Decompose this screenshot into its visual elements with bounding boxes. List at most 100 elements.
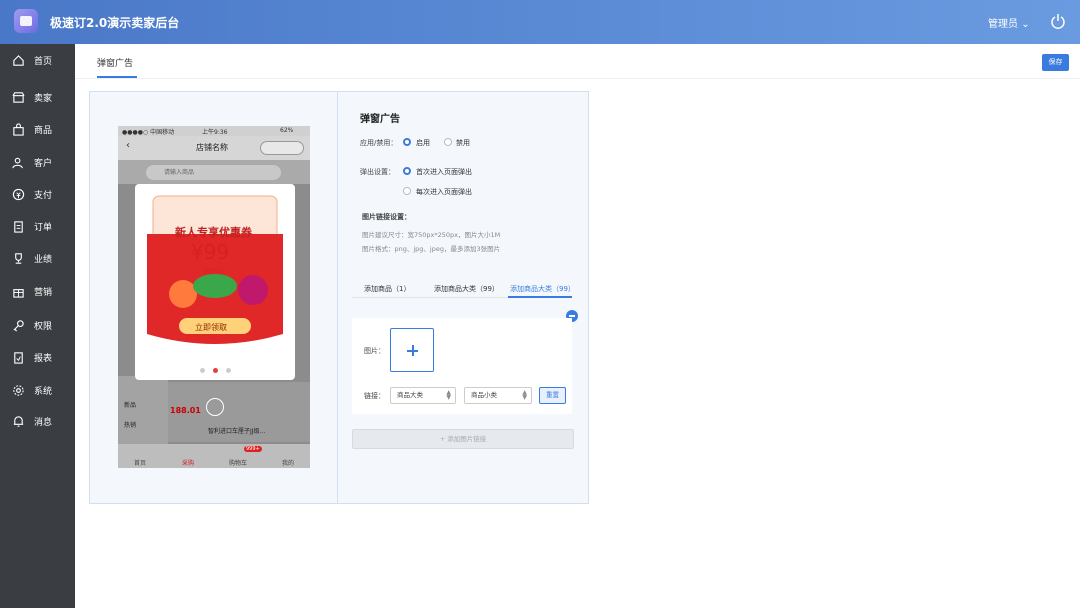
sidebar-item-label: 业绩 xyxy=(34,254,53,265)
hint-size: 图片建议尺寸：宽750px*250px，图片大小1M xyxy=(362,231,501,239)
coupon-claim-button: 立即领取 xyxy=(195,323,227,332)
tabbar-purchase: 采购 xyxy=(181,460,194,467)
sidebar: 首页 卖家 商品 客户 支付 订单 业绩 营销 权限 报表 系统 消息 xyxy=(0,44,75,608)
sidebar-item-label: 营销 xyxy=(34,287,53,298)
radio-every-visit[interactable] xyxy=(403,187,411,195)
top-bar: 极速订2.0演示卖家后台 管理员 ⌄ xyxy=(0,0,1080,44)
sidebar-item-home[interactable]: 首页 xyxy=(0,47,75,73)
carrier-text: ●●●●○ 中国移动 xyxy=(122,129,175,136)
bag-icon xyxy=(13,122,24,136)
sidebar-item-permissions[interactable]: 权限 xyxy=(0,312,75,338)
sidebar-item-reports[interactable]: 报表 xyxy=(0,344,75,370)
tabbar-cart: 购物车 xyxy=(228,460,247,467)
subtab-add-category[interactable]: 添加商品大类（99） xyxy=(434,284,499,294)
battery-text: 62% xyxy=(280,127,294,134)
subtab-underline xyxy=(508,296,572,298)
image-upload-button[interactable] xyxy=(390,328,434,372)
popup-ad-preview: 新人专享优惠券 ¥99 仅限今日 立即领取 xyxy=(135,184,295,380)
link-label: 链接： xyxy=(364,392,385,400)
select-minor-value: 商品小类 xyxy=(471,391,497,399)
radio-enable-label: 启用 xyxy=(416,139,430,147)
main-content: 弹窗广告 保存 ●●●●○ 中国移动 上午9:36 62% ‹ 店铺名称 请输入… xyxy=(75,44,1080,608)
pay-icon xyxy=(12,188,25,200)
subtab-add-product[interactable]: 添加商品（1） xyxy=(364,284,410,294)
app-logo-icon xyxy=(14,9,38,33)
clipboard-icon xyxy=(14,220,23,233)
home-icon xyxy=(13,54,24,66)
phone-nav-header: ‹ 店铺名称 xyxy=(118,136,310,160)
enable-label: 应用/禁用： xyxy=(360,139,398,147)
report-icon xyxy=(14,351,23,364)
category-new: 新品 xyxy=(124,402,137,409)
admin-label: 管理员 xyxy=(988,19,1018,30)
app-title: 极速订2.0演示卖家后台 xyxy=(50,16,180,30)
shop-name: 店铺名称 xyxy=(196,143,228,152)
coupon-amount: ¥99 xyxy=(191,240,230,264)
sidebar-item-label: 商品 xyxy=(34,125,53,136)
image-link-label: 图片链接设置： xyxy=(362,213,411,221)
carousel-dot xyxy=(225,368,231,373)
select-major-value: 商品大类 xyxy=(397,391,423,399)
reset-button[interactable]: 重置 xyxy=(539,387,566,404)
sidebar-item-system[interactable]: 系统 xyxy=(0,377,75,403)
sidebar-item-messages[interactable]: 消息 xyxy=(0,408,75,434)
sidebar-item-label: 系统 xyxy=(34,386,53,397)
sidebar-item-label: 客户 xyxy=(34,158,53,169)
sidebar-item-goods[interactable]: 商品 xyxy=(0,116,75,142)
tab-divider xyxy=(75,78,1080,79)
carousel-dot-active xyxy=(212,368,218,373)
sidebar-item-label: 首页 xyxy=(34,56,53,67)
gift-icon xyxy=(13,288,24,298)
radio-disable[interactable] xyxy=(444,138,452,146)
coupon-title: 新人专享优惠券 xyxy=(175,226,252,239)
sidebar-item-performance[interactable]: 业绩 xyxy=(0,245,75,271)
sidebar-item-customers[interactable]: 客户 xyxy=(0,149,75,175)
radio-enable[interactable] xyxy=(403,138,411,146)
panel-divider xyxy=(337,92,338,503)
key-icon xyxy=(13,319,24,331)
sidebar-item-pay[interactable]: 支付 xyxy=(0,181,75,207)
tabbar-mine: 我的 xyxy=(281,460,294,467)
phone-tab-bar: 首页 采购 购物车 我的 999+ xyxy=(118,444,310,468)
select-arrows-icon: ▲ ▼ xyxy=(446,389,451,401)
subtabs: 添加商品（1） 添加商品大类（99） 添加商品大类（99） xyxy=(352,280,575,298)
category-hot: 热销 xyxy=(124,422,137,429)
sidebar-item-orders[interactable]: 订单 xyxy=(0,213,75,239)
cart-badge: 999+ xyxy=(244,446,262,452)
radio-every-visit-label: 每次进入页面弹出 xyxy=(416,188,472,196)
select-major-category[interactable]: 商品大类 ▲ ▼ xyxy=(390,387,456,404)
sidebar-item-seller[interactable]: 卖家 xyxy=(0,84,75,110)
chevron-down-icon: ⌄ xyxy=(1021,19,1030,30)
bell-icon xyxy=(13,415,24,427)
radio-first-visit[interactable] xyxy=(403,167,411,175)
gear-icon xyxy=(13,384,24,396)
store-icon xyxy=(12,91,25,103)
tabbar-home: 首页 xyxy=(133,460,146,467)
phone-search-box: 请输入商品 xyxy=(146,165,281,180)
sidebar-item-marketing[interactable]: 营销 xyxy=(0,278,75,304)
product-price: 188.01 xyxy=(170,406,201,415)
sidebar-item-label: 订单 xyxy=(34,222,53,233)
select-minor-category[interactable]: 商品小类 ▲ ▼ xyxy=(464,387,532,404)
phone-preview: ●●●●○ 中国移动 上午9:36 62% ‹ 店铺名称 请输入商品 新品 热销… xyxy=(118,126,310,468)
radio-disable-label: 禁用 xyxy=(456,139,470,147)
power-icon[interactable] xyxy=(1050,13,1066,29)
save-button[interactable]: 保存 xyxy=(1042,54,1069,71)
phone-search-row: 请输入商品 xyxy=(118,160,310,184)
admin-menu[interactable]: 管理员 ⌄ xyxy=(988,15,1030,30)
capsule-menu-icon xyxy=(260,141,304,155)
popup-close-icon xyxy=(206,398,224,416)
add-image-link-button[interactable]: + 添加图片链接 xyxy=(352,429,574,449)
radio-first-visit-label: 首次进入页面弹出 xyxy=(416,168,472,176)
tab-popup-ad[interactable]: 弹窗广告 xyxy=(97,56,133,69)
sidebar-item-label: 支付 xyxy=(34,190,53,201)
select-arrows-icon: ▲ ▼ xyxy=(522,389,527,401)
hint-format: 图片格式：png、jpg、jpeg，最多添加3张图片 xyxy=(362,245,501,253)
form-title: 弹窗广告 xyxy=(360,114,400,125)
phone-status-bar: ●●●●○ 中国移动 上午9:36 62% xyxy=(118,126,310,136)
subtab-add-category-active[interactable]: 添加商品大类（99） xyxy=(510,284,575,294)
category-list: 新品 热销 xyxy=(118,376,168,444)
carousel-dots xyxy=(135,368,295,374)
product-title: 智利进口车厘子JJ级... xyxy=(208,428,266,435)
users-icon xyxy=(12,157,23,168)
